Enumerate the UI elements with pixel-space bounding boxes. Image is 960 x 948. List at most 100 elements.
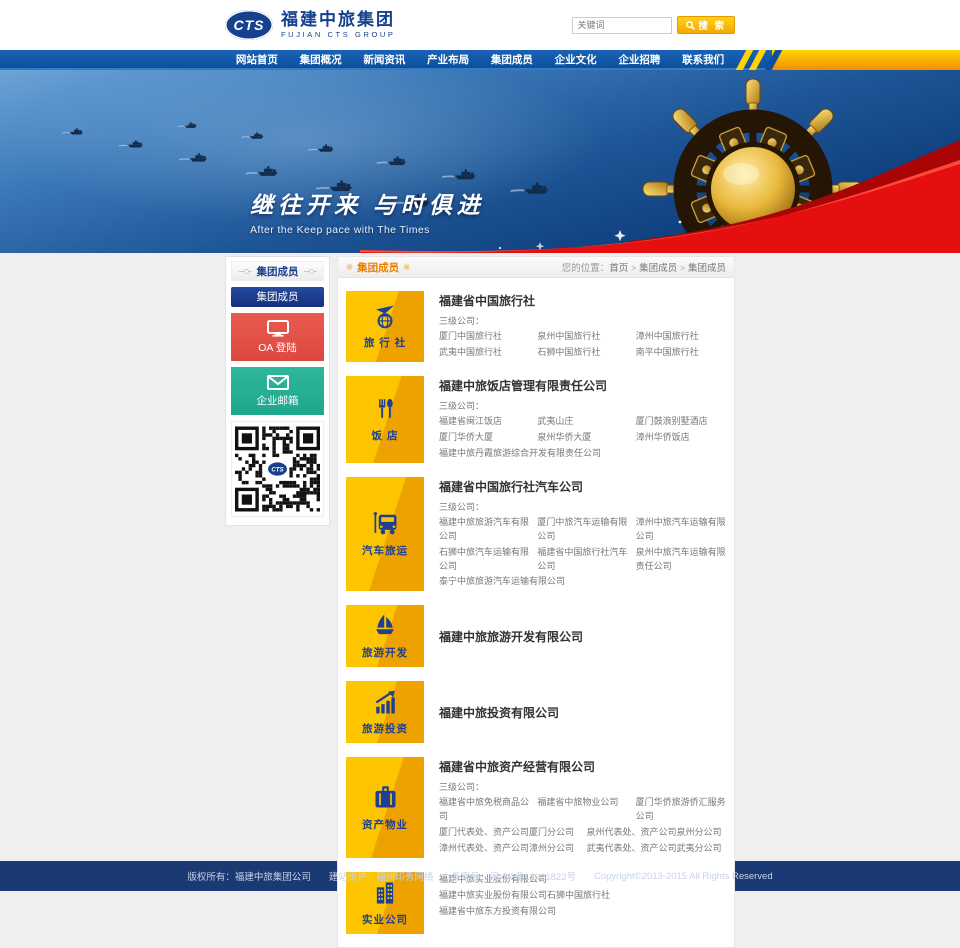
company-name: 石狮中旅汽车运输有限公司: [439, 546, 529, 574]
nav-item[interactable]: 集团成员: [480, 50, 544, 70]
member-category-tile[interactable]: 汽车旅运: [346, 477, 424, 592]
breadcrumb-link[interactable]: 集团成员: [688, 263, 726, 274]
sidebar-title: 集团成员: [231, 261, 324, 281]
member-item: 汽车旅运福建省中国旅行社汽车公司三级公司：福建中旅旅游汽车有限公司厦门中旅汽车运…: [346, 477, 726, 592]
member-list: 旅 行 社福建省中国旅行社三级公司：厦门中国旅行社泉州中国旅行社漳州中国旅行社武…: [338, 278, 734, 947]
nav-menu: 网站首页集团概况新闻资讯产业布局集团成员企业文化企业招聘联系我们: [225, 50, 735, 70]
nav-item[interactable]: 网站首页: [225, 50, 289, 70]
nav-orange-bar: [772, 50, 960, 70]
member-sub-label: 三级公司：: [439, 314, 726, 327]
title-decoration: [239, 271, 252, 272]
oa-login-label: OA 登陆: [258, 340, 297, 355]
member-category-tile[interactable]: 饭 店: [346, 376, 424, 463]
nav-item[interactable]: 新闻资讯: [353, 50, 417, 70]
company-row: 厦门华侨大厦泉州华侨大厦漳州华侨饭店: [439, 431, 726, 445]
oa-login-button[interactable]: OA 登陆: [231, 313, 324, 361]
nav-item[interactable]: 企业文化: [544, 50, 608, 70]
member-title: 福建省中国旅行社汽车公司: [439, 478, 726, 495]
company-row: 福建省中旅免税商品公司福建省中旅物业公司厦门华侨旅游侨汇服务公司: [439, 796, 726, 824]
member-item: 旅 行 社福建省中国旅行社三级公司：厦门中国旅行社泉州中国旅行社漳州中国旅行社武…: [346, 291, 726, 362]
envelope-icon: [267, 375, 289, 390]
company-name: 漳州中旅汽车运输有限公司: [636, 516, 726, 544]
brand-name-cn: 福建中旅集团: [281, 11, 396, 30]
company-name: 福建省闽江饭店: [439, 415, 529, 429]
tile-label: 饭 店: [372, 428, 399, 443]
nav-item[interactable]: 集团概况: [289, 50, 353, 70]
company-row: 泰宁中旅旅游汽车运输有限公司: [439, 575, 726, 589]
travel-agency-icon: [372, 302, 398, 330]
member-detail: 福建中旅旅游开发有限公司: [439, 605, 726, 667]
member-title: 福建省中旅资产经营有限公司: [439, 758, 726, 775]
hotel-icon: [373, 395, 397, 423]
svg-text:CTS: CTS: [271, 466, 284, 473]
nav-item[interactable]: 产业布局: [416, 50, 480, 70]
member-item: 饭 店福建中旅饭店管理有限责任公司三级公司：福建省闽江饭店武夷山庄厦门鼓浪别墅酒…: [346, 376, 726, 463]
bus-icon: [372, 510, 399, 538]
member-category-tile[interactable]: 旅 行 社: [346, 291, 424, 362]
nav-item[interactable]: 联系我们: [671, 50, 735, 70]
company-name: 福建省中旅物业公司: [537, 796, 627, 824]
company-name: 厦门鼓浪别墅酒店: [636, 415, 726, 429]
monitor-icon: [267, 320, 289, 337]
member-detail: 福建省中旅资产经营有限公司三级公司：福建省中旅免税商品公司福建省中旅物业公司厦门…: [439, 757, 726, 858]
company-row: 福建中旅旅游汽车有限公司厦门中旅汽车运输有限公司漳州中旅汽车运输有限公司: [439, 516, 726, 544]
company-name: 武夷代表处、资产公司武夷分公司: [587, 842, 727, 856]
company-name: 泉州中旅汽车运输有限责任公司: [636, 546, 726, 574]
member-detail: 福建中旅饭店管理有限责任公司三级公司：福建省闽江饭店武夷山庄厦门鼓浪别墅酒店厦门…: [439, 376, 726, 463]
company-name: 福建省中国旅行社汽车公司: [537, 546, 627, 574]
footer-text: Copyright©2013-2015 All Rights Reserved: [594, 871, 773, 882]
company-name: 福建省中旅东方投资有限公司: [439, 905, 726, 919]
member-category-tile[interactable]: 资产物业: [346, 757, 424, 858]
company-row: 福建省中旅东方投资有限公司: [439, 905, 726, 919]
footer-text: 备案号：闽ICP备12021822号: [451, 869, 576, 883]
enterprise-mail-button[interactable]: 企业邮箱: [231, 367, 324, 415]
hero-banner: 继往开来 与时俱进 After the Keep pace with The T…: [0, 70, 960, 253]
company-name: 厦门华侨旅游侨汇服务公司: [636, 796, 726, 824]
buildings-icon: [372, 879, 398, 907]
sailboat-icon: [372, 612, 398, 640]
company-name: 南平中国旅行社: [636, 346, 726, 360]
member-title: 福建中旅旅游开发有限公司: [439, 628, 583, 645]
company-name: 厦门中国旅行社: [439, 330, 529, 344]
footer-text: 建站维护：福州印秀网络: [329, 869, 434, 883]
breadcrumb-link[interactable]: 集团成员: [639, 263, 677, 274]
member-category-tile[interactable]: 旅游投资: [346, 681, 424, 743]
member-item: 资产物业 福建省中旅资产经营有限公司三级公司：福建省中旅免税商品公司福建省中旅物业…: [346, 757, 726, 858]
member-detail: 福建省中国旅行社汽车公司三级公司：福建中旅旅游汽车有限公司厦门中旅汽车运输有限公…: [439, 477, 726, 592]
search-button-label: 搜 索: [698, 18, 726, 32]
tile-label: 旅游开发: [362, 645, 408, 660]
member-title: 福建省中国旅行社: [439, 292, 726, 309]
search-input[interactable]: [572, 17, 672, 34]
company-row: 福建中旅丹霞旅游综合开发有限责任公司: [439, 447, 726, 461]
company-name: 福建中旅丹霞旅游综合开发有限责任公司: [439, 447, 726, 461]
red-ribbon-decoration: [360, 130, 960, 253]
sidebar: 集团成员 集团成员 OA 登陆: [225, 256, 330, 526]
search-button[interactable]: 搜 索: [677, 16, 735, 34]
company-row: 福建中旅实业股份有限公司石狮中国旅行社: [439, 889, 726, 903]
breadcrumb-link[interactable]: 首页: [609, 263, 628, 274]
tile-label: 实业公司: [362, 912, 408, 927]
tile-label: 资产物业: [362, 817, 408, 832]
title-decoration: [304, 271, 317, 272]
brand-logo[interactable]: CTS 福建中旅集团 FUJIAN CTS GROUP: [225, 10, 396, 40]
company-row: 石狮中旅汽车运输有限公司福建省中国旅行社汽车公司泉州中旅汽车运输有限责任公司: [439, 546, 726, 574]
search-icon: [686, 21, 695, 30]
company-name: 福建中旅旅游汽车有限公司: [439, 516, 529, 544]
nav-item[interactable]: 企业招聘: [608, 50, 672, 70]
company-name: 漳州华侨饭店: [636, 431, 726, 445]
company-name: 福建省中旅免税商品公司: [439, 796, 529, 824]
tile-label: 旅 行 社: [364, 335, 406, 350]
company-name: 厦门代表处、资产公司厦门分公司: [439, 826, 579, 840]
company-row: 漳州代表处、资产公司漳州分公司武夷代表处、资产公司武夷分公司: [439, 842, 726, 856]
member-category-tile[interactable]: 旅游开发: [346, 605, 424, 667]
content-column: ※ 集团成员 ※ 您的位置：首页 > 集团成员 > 集团成员 旅 行 社福建省中…: [337, 256, 735, 948]
company-name: 厦门华侨大厦: [439, 431, 529, 445]
company-name: 泰宁中旅旅游汽车运输有限公司: [439, 575, 726, 589]
breadcrumb: 您的位置：首页 > 集团成员 > 集团成员: [562, 260, 726, 274]
breadcrumb-separator: >: [677, 263, 688, 274]
company-name: 泉州中国旅行社: [537, 330, 627, 344]
member-sub-label: 三级公司：: [439, 500, 726, 513]
breadcrumb-links: 首页 > 集团成员 > 集团成员: [609, 263, 726, 274]
member-sub-label: 三级公司：: [439, 399, 726, 412]
sidebar-item-members[interactable]: 集团成员: [231, 287, 324, 307]
